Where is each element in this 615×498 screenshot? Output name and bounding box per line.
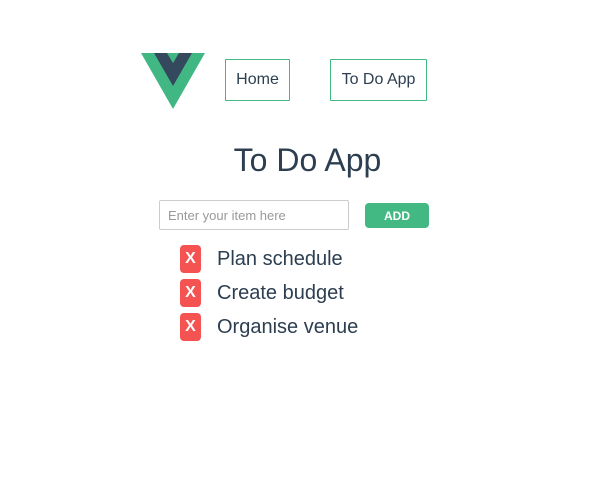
page-title: To Do App [233, 142, 382, 178]
add-item-button[interactable]: ADD [365, 203, 429, 228]
nav-home-link[interactable]: Home [225, 59, 290, 101]
todo-item-text: Organise venue [217, 315, 359, 338]
todo-list: X Plan schedule X Create budget X Organi… [180, 245, 358, 347]
todo-item: X Create budget [180, 279, 358, 307]
remove-item-button[interactable]: X [180, 279, 201, 307]
todo-item: X Plan schedule [180, 245, 358, 273]
todo-item-text: Create budget [217, 281, 344, 304]
todo-item: X Organise venue [180, 313, 358, 341]
todo-item-text: Plan schedule [217, 247, 343, 270]
todo-app-page: Home To Do App To Do App ADD X Plan sche… [0, 0, 615, 498]
remove-item-button[interactable]: X [180, 313, 201, 341]
new-item-input[interactable] [159, 200, 349, 230]
remove-item-button[interactable]: X [180, 245, 201, 273]
nav-todo-app-link[interactable]: To Do App [330, 59, 427, 101]
vue-logo-icon [141, 53, 205, 109]
